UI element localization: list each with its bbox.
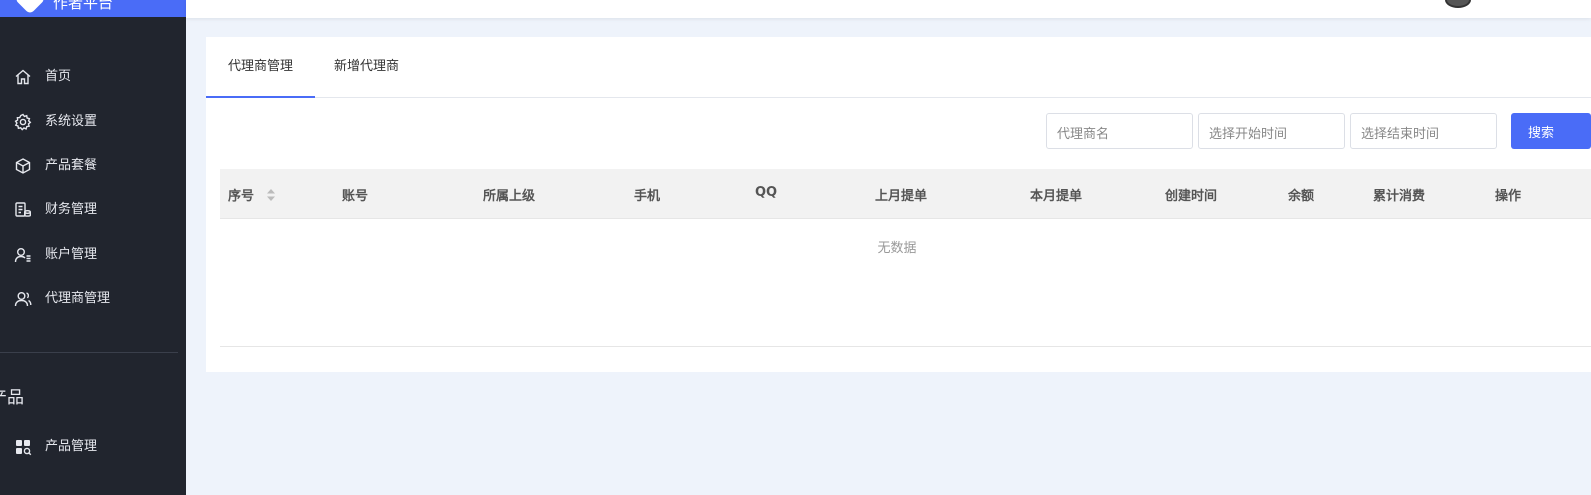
column-header-qq: QQ xyxy=(755,185,778,200)
sidebar-item-label: 代理商管理 xyxy=(45,291,111,306)
avatar[interactable] xyxy=(1445,0,1471,8)
sidebar-item-label: 产品套餐 xyxy=(45,158,98,173)
logo-icon xyxy=(14,0,46,15)
column-header-index[interactable]: 序号 xyxy=(228,185,254,204)
user-settings-icon xyxy=(14,248,31,263)
gear-icon xyxy=(14,113,32,131)
column-header-account: 账号 xyxy=(342,189,369,204)
column-header-actions: 操作 xyxy=(1495,189,1522,204)
start-time-placeholder: 选择开始时间 xyxy=(1209,127,1288,142)
sidebar-item-agent-management[interactable]: 代理商管理 xyxy=(0,279,186,319)
agent-icon xyxy=(14,292,32,307)
column-header-this-month-orders: 本月提单 xyxy=(1030,189,1083,204)
column-header-parent: 所属上级 xyxy=(483,189,536,204)
sidebar-item-product-packages[interactable]: 产品套餐 xyxy=(0,146,186,186)
end-time-placeholder: 选择结束时间 xyxy=(1361,127,1440,142)
sidebar-item-label: 财务管理 xyxy=(45,202,98,217)
product-grid-icon xyxy=(16,440,32,456)
column-header-balance: 余额 xyxy=(1288,189,1315,204)
sidebar-item-label: 账户管理 xyxy=(45,247,98,262)
finance-icon xyxy=(15,202,31,217)
home-icon xyxy=(15,69,31,85)
sidebar-item-account[interactable]: 账户管理 xyxy=(0,235,186,275)
sidebar-section-title: 产品 xyxy=(0,388,24,408)
column-header-created-time: 创建时间 xyxy=(1165,189,1218,204)
agent-name-placeholder: 代理商名 xyxy=(1057,127,1110,142)
sidebar-item-home[interactable]: 首页 xyxy=(0,57,186,97)
package-icon xyxy=(15,158,31,174)
sidebar-item-label: 产品管理 xyxy=(45,439,98,454)
column-header-last-month-orders: 上月提单 xyxy=(875,189,928,204)
column-header-phone: 手机 xyxy=(634,189,661,204)
end-time-input[interactable]: 选择结束时间 xyxy=(1350,113,1497,149)
search-button[interactable]: 搜索 xyxy=(1511,113,1591,149)
table-header: 序号 账号 所属上级 手机 QQ 上月提单 本月提单 创建时间 余额 累计消费 … xyxy=(220,169,1591,219)
table-empty-message: 无数据 xyxy=(877,241,917,256)
agent-name-input[interactable]: 代理商名 xyxy=(1046,113,1193,149)
main-card: 代理商管理 新增代理商 代理商名 选择开始时间 选择结束时间 搜索 序号 账号 … xyxy=(206,37,1591,372)
sidebar-item-system-settings[interactable]: 系统设置 xyxy=(0,102,186,142)
sidebar-item-product-management[interactable]: 产品管理 xyxy=(0,427,186,467)
logo-text: 作者平台 xyxy=(53,0,114,12)
sidebar-divider xyxy=(0,352,178,353)
table-bottom-border xyxy=(220,346,1591,347)
sidebar-item-label: 首页 xyxy=(45,69,72,84)
tab-add-agent[interactable]: 新增代理商 xyxy=(334,37,399,98)
start-time-input[interactable]: 选择开始时间 xyxy=(1198,113,1345,149)
top-bar xyxy=(186,0,1591,18)
logo-bar[interactable]: 作者平台 xyxy=(0,0,186,17)
sidebar-item-finance[interactable]: 财务管理 xyxy=(0,190,186,230)
sidebar: 作者平台 首页 系统设置 产品套餐 财务管理 账户管理 代理商管理 产品 产品管… xyxy=(0,0,186,495)
column-header-total-spent: 累计消费 xyxy=(1373,189,1426,204)
tab-agent-management[interactable]: 代理商管理 xyxy=(206,37,315,98)
sort-icon[interactable] xyxy=(266,188,276,202)
tab-bar: 代理商管理 新增代理商 xyxy=(206,37,1591,98)
sidebar-item-label: 系统设置 xyxy=(45,114,98,129)
